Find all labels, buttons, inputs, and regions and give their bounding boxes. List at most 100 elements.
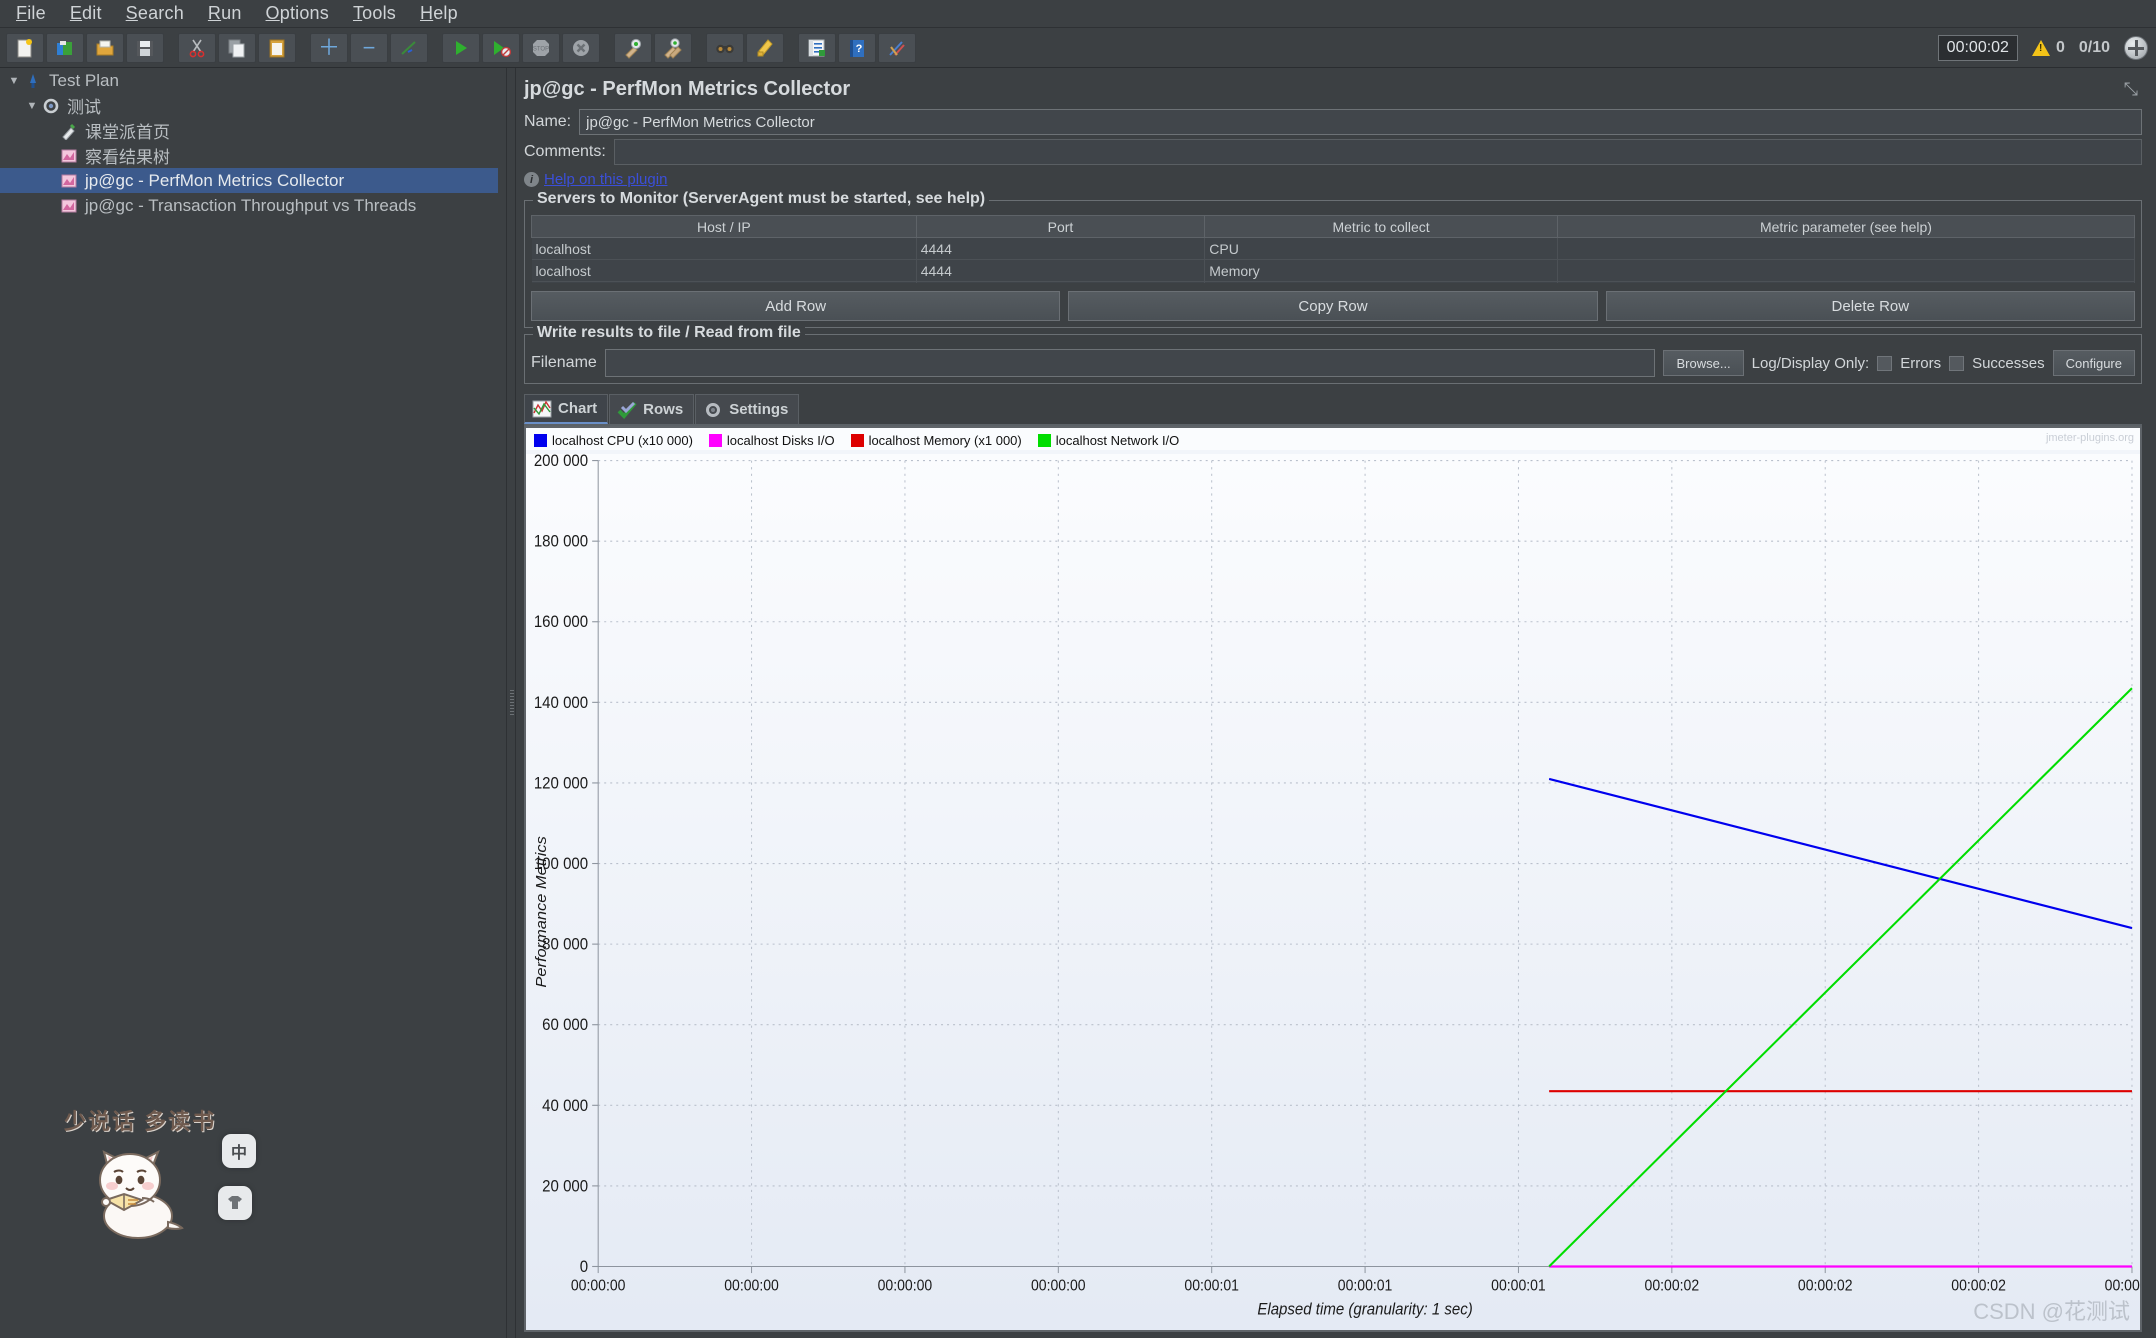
column-metric[interactable]: Metric to collect [1204, 215, 1558, 238]
menu-run[interactable]: Run [196, 1, 254, 26]
toggle-icon[interactable] [390, 32, 428, 63]
open-icon[interactable] [86, 32, 124, 63]
new-test-plan-icon[interactable] [6, 32, 44, 63]
menu-help[interactable]: Help [408, 1, 470, 26]
clear-icon[interactable] [614, 32, 652, 63]
cell-param[interactable] [1557, 259, 2135, 282]
expand-all-icon[interactable]: ＋ [310, 32, 348, 63]
errors-checkbox[interactable] [1877, 355, 1893, 371]
legend-item-memory[interactable]: localhost Memory (x1 000) [850, 433, 1022, 448]
help-icon[interactable]: ? [838, 32, 876, 63]
add-row-button[interactable]: Add Row [531, 291, 1061, 321]
legend-item-cpu[interactable]: localhost CPU (x10 000) [534, 433, 693, 448]
legend-swatch-cpu [534, 434, 547, 447]
ime-skin-button[interactable] [218, 1186, 252, 1220]
table-row[interactable]: localhost 4444 Memory [531, 259, 2135, 282]
column-host-ip[interactable]: Host / IP [531, 215, 917, 238]
warning-indicator[interactable]: 0 [2031, 39, 2065, 57]
cell-param[interactable] [1557, 281, 2135, 283]
cell-param[interactable] [1557, 237, 2135, 260]
paste-icon[interactable] [258, 32, 296, 63]
cat-mascot-icon [99, 1149, 184, 1239]
cell-port[interactable]: 4444 [916, 259, 1206, 282]
search-icon[interactable] [706, 32, 744, 63]
table-row[interactable]: localhost 4444 Disks I/O [531, 281, 2135, 283]
help-on-plugin-link[interactable]: Help on this plugin [544, 171, 667, 188]
cell-host[interactable]: localhost [531, 259, 917, 282]
legend-swatch-disks-io [708, 434, 722, 447]
save-icon[interactable] [126, 32, 164, 63]
legend-item-disks-io[interactable]: localhost Disks I/O [708, 433, 835, 448]
ime-language-button[interactable]: 中 [222, 1134, 256, 1168]
reset-search-icon[interactable] [746, 32, 784, 63]
tree-item-http-sampler[interactable]: 课堂派首页 [0, 118, 506, 143]
test-plan-icon [22, 71, 44, 91]
tshirt-icon [228, 1196, 242, 1209]
tab-rows[interactable]: Rows [609, 394, 695, 424]
start-icon[interactable] [442, 32, 480, 63]
tree-item-perfmon-metrics-collector[interactable]: jp@gc - PerfMon Metrics Collector [0, 168, 498, 193]
tree-item-thread-group[interactable]: ▼ 测试 [0, 93, 506, 118]
tree-item-view-results-tree[interactable]: 察看结果树 [0, 143, 506, 168]
svg-text:00:00:01: 00:00:01 [1184, 1278, 1239, 1295]
cell-host[interactable]: localhost [531, 281, 917, 283]
menu-options[interactable]: Options [254, 1, 341, 26]
svg-text:STOP: STOP [533, 46, 549, 52]
toolbar-separator-3 [430, 33, 442, 63]
cell-port[interactable]: 4444 [916, 281, 1206, 283]
cell-host[interactable]: localhost [531, 237, 917, 260]
filename-input[interactable] [604, 349, 1656, 377]
name-input[interactable] [579, 109, 2142, 135]
results-group-title: Write results to file / Read from file [533, 324, 805, 342]
browse-button[interactable]: Browse... [1663, 350, 1744, 376]
collapse-all-icon[interactable]: − [350, 32, 388, 63]
column-port[interactable]: Port [915, 215, 1206, 238]
expand-collapse-icon[interactable] [2124, 36, 2148, 60]
svg-text:00:00:02: 00:00:02 [1798, 1278, 1853, 1295]
copy-icon[interactable] [218, 32, 256, 63]
column-metric-parameter[interactable]: Metric parameter (see help) [1556, 215, 2135, 238]
log-display-only-label: Log/Display Only: [1751, 354, 1870, 372]
comments-input[interactable] [613, 139, 2142, 165]
cell-port[interactable]: 4444 [916, 237, 1206, 260]
tree-item-transaction-throughput[interactable]: jp@gc - Transaction Throughput vs Thread… [0, 193, 506, 218]
svg-text:140 000: 140 000 [534, 694, 589, 712]
stop-icon[interactable]: STOP [522, 32, 560, 63]
delete-row-button[interactable]: Delete Row [1605, 291, 2135, 321]
copy-row-button[interactable]: Copy Row [1068, 291, 1598, 321]
menu-search[interactable]: Search [114, 1, 196, 26]
tab-rows-label: Rows [643, 401, 684, 418]
comments-label: Comments: [524, 143, 606, 160]
menu-tools[interactable]: Tools [341, 1, 408, 26]
start-no-pauses-icon[interactable] [482, 32, 520, 63]
twisty-icon[interactable]: ▼ [24, 100, 40, 112]
cell-metric[interactable]: Disks I/O [1204, 281, 1558, 283]
clear-all-icon[interactable] [654, 32, 692, 63]
configure-button[interactable]: Configure [2052, 350, 2135, 376]
tab-chart[interactable]: Chart [524, 394, 609, 424]
table-row[interactable]: localhost 4444 CPU [531, 237, 2135, 260]
toolbar-status-area: 00:00:02 0 0/10 [1937, 28, 2148, 68]
shutdown-icon[interactable] [562, 32, 600, 63]
cut-icon[interactable] [178, 32, 216, 63]
menu-edit[interactable]: Edit [58, 1, 114, 26]
legend-item-network-io[interactable]: localhost Network I/O [1037, 433, 1179, 448]
twisty-icon[interactable]: ▼ [6, 75, 22, 87]
undo-redo-icon[interactable] [878, 32, 916, 63]
tree-item-test-plan[interactable]: ▼ Test Plan [0, 68, 506, 93]
pane-splitter[interactable] [506, 68, 516, 1338]
test-plan-tree: ▼ Test Plan ▼ 测试 课堂派首页 察看结果树 jp@gc - Per… [0, 68, 506, 1338]
page-title: jp@gc - PerfMon Metrics Collector [524, 78, 851, 100]
function-helper-icon[interactable] [798, 32, 836, 63]
servers-group-title: Servers to Monitor (ServerAgent must be … [533, 190, 990, 208]
elapsed-time-field[interactable]: 00:00:02 [1937, 35, 2018, 61]
menu-file[interactable]: File [4, 1, 58, 26]
maximize-icon[interactable]: ⤡ [2124, 79, 2142, 100]
cell-metric[interactable]: Memory [1204, 259, 1558, 282]
cell-metric[interactable]: CPU [1204, 237, 1558, 260]
toolbar-separator-6 [786, 33, 798, 63]
successes-checkbox[interactable] [1949, 355, 1965, 371]
tab-settings[interactable]: Settings [695, 394, 800, 424]
filename-row: Filename Browse... Log/Display Only: Err… [531, 349, 2135, 377]
templates-icon[interactable] [46, 32, 84, 63]
